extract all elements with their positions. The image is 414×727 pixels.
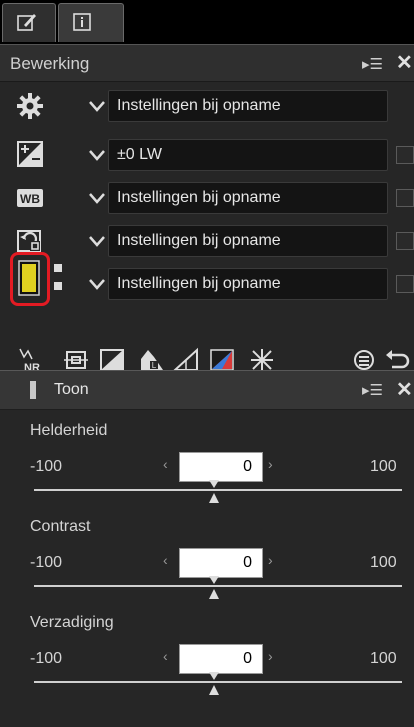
picture-control-dropdown[interactable]: Instellingen bij opname <box>108 225 388 257</box>
slider-thumb[interactable] <box>209 685 219 695</box>
decrement-arrow-icon[interactable]: ‹ <box>163 552 175 568</box>
panel-close-icon[interactable]: ✕ <box>396 53 414 73</box>
default-marker-icon <box>209 672 219 680</box>
tab-info[interactable] <box>58 3 124 42</box>
slider-thumb[interactable] <box>209 589 219 599</box>
panel-close-icon[interactable]: ✕ <box>396 380 414 400</box>
picture-control-icon[interactable] <box>16 227 44 255</box>
slider-min: -100 <box>30 458 63 475</box>
picture-control-checkbox[interactable] <box>396 232 414 250</box>
info-icon <box>73 13 91 31</box>
dropdown-value: Instellingen bij opname <box>117 97 281 114</box>
slider-min: -100 <box>30 554 63 571</box>
dropdown-value: ±0 LW <box>117 146 162 163</box>
increment-arrow-icon[interactable]: › <box>268 552 280 568</box>
tab-edit[interactable] <box>2 3 56 42</box>
slider-max: 100 <box>370 458 397 475</box>
white-balance-checkbox[interactable] <box>396 189 414 207</box>
default-marker-icon <box>209 576 219 584</box>
edit-row-settings: Instellingen bij opname <box>0 90 414 122</box>
chevron-down-icon[interactable] <box>88 99 106 113</box>
slider-track[interactable] <box>34 489 402 491</box>
edit-row-tone: Instellingen bij opname <box>0 252 414 306</box>
toon-panel-header: Toon ▸☰ ✕ <box>0 370 414 410</box>
slider-verzadiging: Verzadiging -100 ‹ 0 › 100 <box>0 610 414 706</box>
decrement-arrow-icon[interactable]: ‹ <box>163 648 175 664</box>
exposure-compensation-icon[interactable] <box>16 140 44 168</box>
decrement-arrow-icon[interactable]: ‹ <box>163 456 175 472</box>
edit-row-exposure: ±0 LW <box>0 139 414 171</box>
chevron-down-icon[interactable] <box>88 191 106 205</box>
tone-level-icon[interactable] <box>18 260 40 296</box>
value-field[interactable]: 0 <box>179 644 263 674</box>
slider-thumb[interactable] <box>209 493 219 503</box>
edit-row-white-balance: WB Instellingen bij opname <box>0 182 414 214</box>
tone-dropdown[interactable]: Instellingen bij opname <box>108 268 388 300</box>
slider-track[interactable] <box>34 585 402 587</box>
chevron-down-icon[interactable] <box>88 234 106 248</box>
toon-panel-title: Toon <box>54 381 89 398</box>
tab-strip <box>0 0 414 44</box>
slider-label: Helderheid <box>30 422 108 439</box>
edit-panel-title: Bewerking <box>10 54 90 73</box>
slider-max: 100 <box>370 650 397 667</box>
chevron-down-icon[interactable] <box>88 277 106 291</box>
edit-pencil-icon <box>17 14 36 31</box>
dropdown-value: Instellingen bij opname <box>117 189 281 206</box>
exposure-dropdown[interactable]: ±0 LW <box>108 139 388 171</box>
tone-curve-icon[interactable] <box>52 262 66 294</box>
dropdown-value: Instellingen bij opname <box>117 275 281 292</box>
svg-text:L: L <box>152 361 157 370</box>
white-balance-dropdown[interactable]: Instellingen bij opname <box>108 182 388 214</box>
slider-helderheid: Helderheid -100 ‹ 0 › 100 <box>0 418 414 514</box>
slider-max: 100 <box>370 554 397 571</box>
gear-icon[interactable] <box>16 92 44 120</box>
slider-min: -100 <box>30 650 63 667</box>
settings-dropdown[interactable]: Instellingen bij opname <box>108 90 388 122</box>
slider-track[interactable] <box>34 681 402 683</box>
tone-swatch-icon <box>30 381 36 399</box>
default-marker-icon <box>209 480 219 488</box>
panel-menu-icon[interactable]: ▸☰ <box>362 55 384 73</box>
dropdown-value: Instellingen bij opname <box>117 232 281 249</box>
chevron-down-icon[interactable] <box>88 148 106 162</box>
edit-panel-header: Bewerking ▸☰ ✕ <box>0 44 414 82</box>
white-balance-icon[interactable]: WB <box>16 184 44 212</box>
svg-text:WB: WB <box>20 192 40 206</box>
panel-menu-icon[interactable]: ▸☰ <box>362 381 384 399</box>
slider-label: Contrast <box>30 518 91 535</box>
exposure-checkbox[interactable] <box>396 146 414 164</box>
edit-row-picture-control: Instellingen bij opname <box>0 225 414 257</box>
tone-checkbox[interactable] <box>396 275 414 293</box>
value-field[interactable]: 0 <box>179 548 263 578</box>
increment-arrow-icon[interactable]: › <box>268 648 280 664</box>
increment-arrow-icon[interactable]: › <box>268 456 280 472</box>
slider-label: Verzadiging <box>30 614 114 631</box>
slider-contrast: Contrast -100 ‹ 0 › 100 <box>0 514 414 610</box>
value-field[interactable]: 0 <box>179 452 263 482</box>
